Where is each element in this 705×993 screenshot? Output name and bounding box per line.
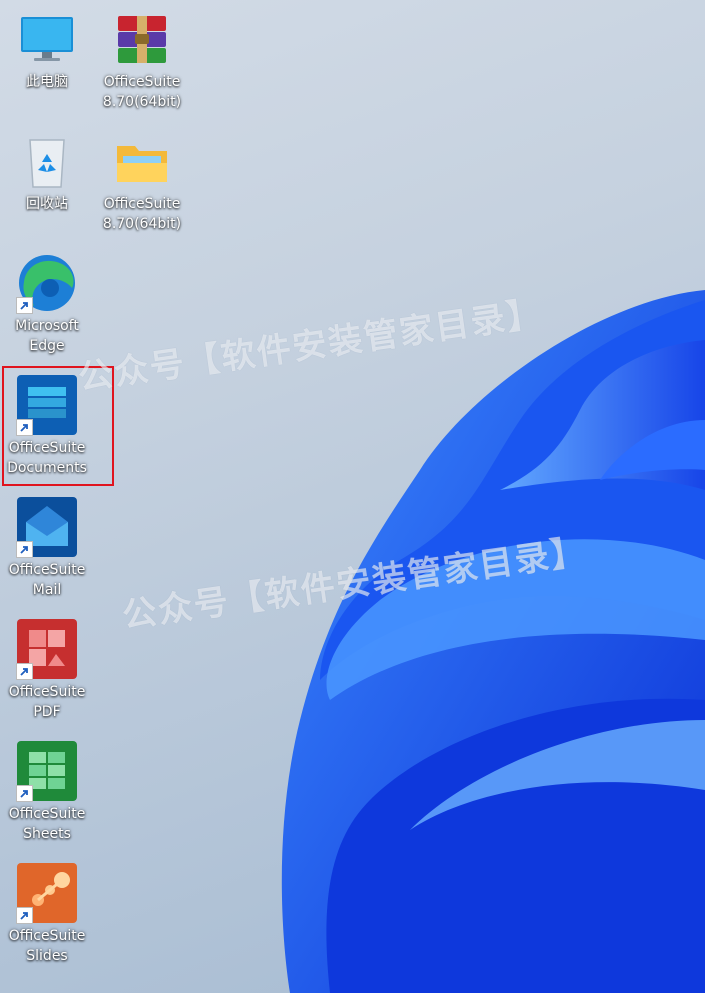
desktop-icon-this-pc[interactable]: 此电脑 — [0, 0, 94, 92]
recycle-bin-icon — [16, 130, 78, 192]
edge-icon — [16, 252, 78, 314]
officesuite-mail-icon — [16, 496, 78, 558]
desktop-icon-officesuite-slides[interactable]: OfficeSuite Slides — [0, 854, 94, 966]
shortcut-arrow-icon — [16, 297, 33, 314]
folder-icon — [111, 130, 173, 192]
officesuite-sheets-icon — [16, 740, 78, 802]
officesuite-pdf-icon — [16, 618, 78, 680]
desktop-icon-officesuite-folder[interactable]: OfficeSuite 8.70(64bit) — [95, 122, 189, 234]
officesuite-documents-icon — [16, 374, 78, 436]
desktop-icon-officesuite-installer[interactable]: OfficeSuite 8.70(64bit) — [95, 0, 189, 112]
shortcut-arrow-icon — [16, 419, 33, 436]
desktop-icon-label: OfficeSuite PDF — [8, 684, 86, 720]
desktop-icon-label: OfficeSuite Mail — [8, 562, 86, 598]
computer-icon — [16, 8, 78, 70]
desktop-icon-label: OfficeSuite 8.70(64bit) — [102, 196, 182, 232]
desktop-icon-label: 此电脑 — [26, 74, 68, 90]
shortcut-arrow-icon — [16, 907, 33, 924]
desktop-icon-label: OfficeSuite Sheets — [8, 806, 86, 842]
desktop-icon-label: OfficeSuite Slides — [8, 928, 86, 964]
desktop-icon-label: OfficeSuite Documents — [7, 440, 87, 476]
archive-icon — [111, 8, 173, 70]
desktop-icon-label: 回收站 — [26, 196, 68, 212]
desktop-icon-officesuite-pdf[interactable]: OfficeSuite PDF — [0, 610, 94, 722]
desktop-icon-officesuite-sheets[interactable]: OfficeSuite Sheets — [0, 732, 94, 844]
desktop-icon-edge[interactable]: Microsoft Edge — [0, 244, 94, 356]
shortcut-arrow-icon — [16, 663, 33, 680]
desktop-icon-officesuite-mail[interactable]: OfficeSuite Mail — [0, 488, 94, 600]
officesuite-slides-icon — [16, 862, 78, 924]
shortcut-arrow-icon — [16, 785, 33, 802]
desktop-icon-label: OfficeSuite 8.70(64bit) — [102, 74, 182, 110]
desktop-icon-recycle-bin[interactable]: 回收站 — [0, 122, 94, 214]
shortcut-arrow-icon — [16, 541, 33, 558]
